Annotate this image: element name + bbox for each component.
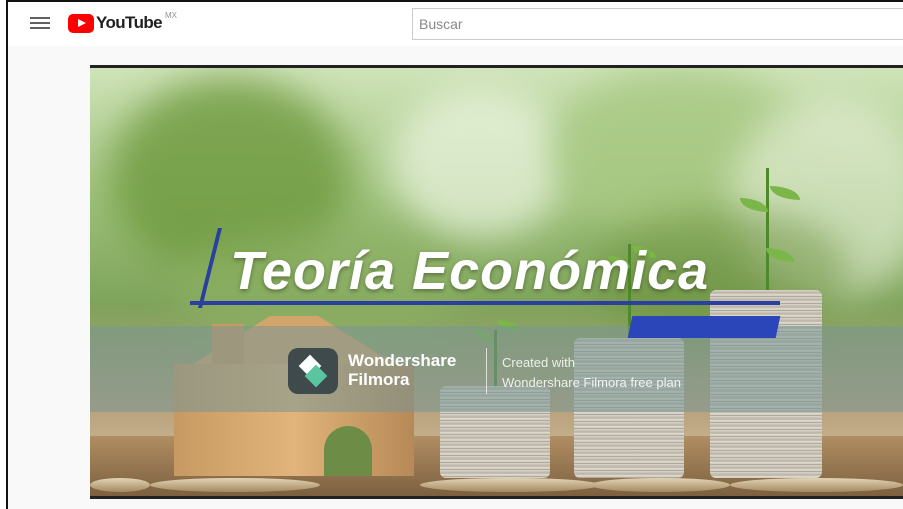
search-input[interactable] [412, 8, 903, 40]
title-accent-bar [627, 316, 781, 338]
browser-frame: YouTube MX Buscar Teoría Económica Wonde… [6, 0, 903, 509]
watermark-note-line2: Wondershare Filmora free plan [502, 375, 681, 390]
logo-text: YouTube [96, 13, 163, 32]
filmora-logo-icon [288, 348, 338, 394]
watermark-band [90, 326, 903, 412]
watermark-note: Created with Wondershare Filmora free pl… [502, 353, 681, 393]
country-code: MX [165, 10, 177, 20]
youtube-header: YouTube MX [8, 2, 903, 46]
youtube-logo[interactable]: YouTube MX [68, 10, 177, 34]
watermark-brand: Wondershare Filmora [348, 351, 456, 389]
video-title-overlay: Teoría Económica [230, 241, 710, 301]
watermark-brand-line1: Wondershare [348, 351, 457, 370]
menu-icon[interactable] [30, 14, 50, 32]
watermark-brand-line2: Filmora [348, 370, 410, 389]
watermark-divider [486, 348, 487, 394]
video-player[interactable]: Teoría Económica Wondershare Filmora Cre… [90, 65, 903, 499]
watermark-note-line1: Created with [502, 355, 575, 370]
youtube-play-icon [68, 13, 94, 33]
